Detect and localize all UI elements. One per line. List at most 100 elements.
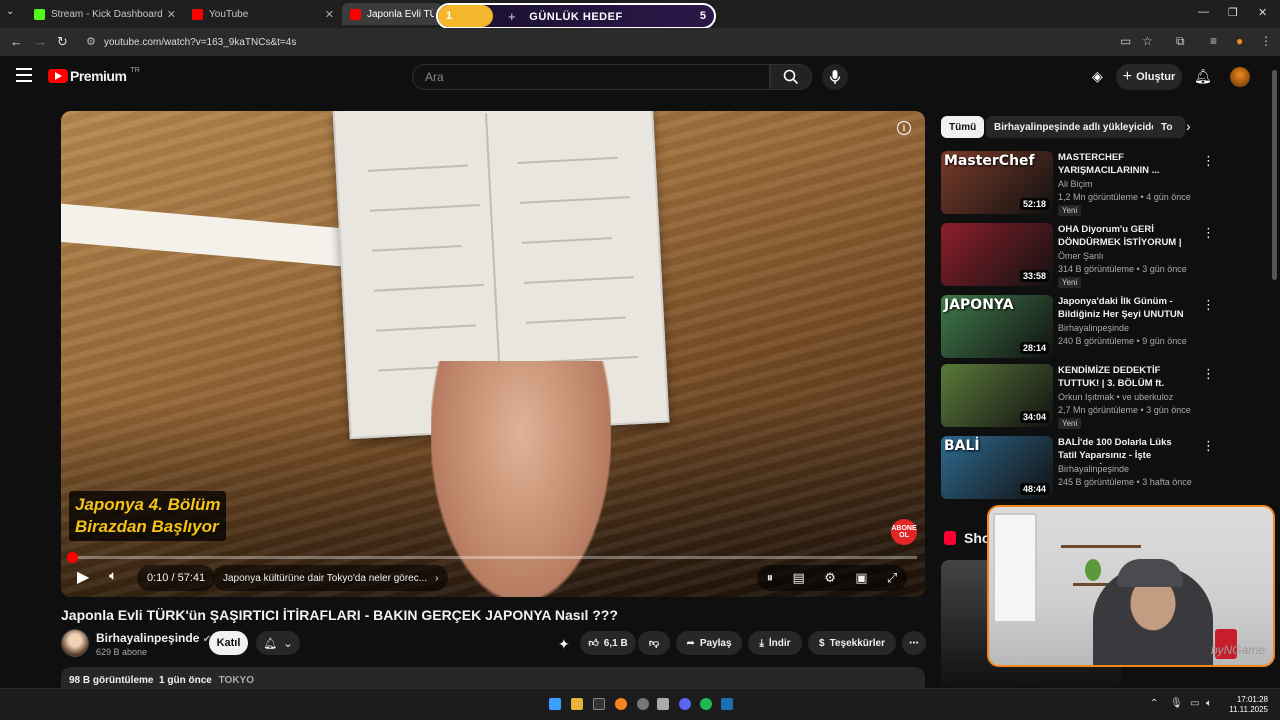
- subscribe-watermark[interactable]: ABONE OL: [891, 519, 917, 545]
- like-button[interactable]: 👍︎ 6,1 B: [580, 631, 636, 655]
- recommendation-card[interactable]: 34:04 KENDİMİZE DEDEKTİF TUTTUK! | 3. BÖL…: [941, 364, 1215, 429]
- recommendation-channel[interactable]: Orkun Işıtmak • ve uberkuloz: [1058, 392, 1173, 402]
- menu-kebab-icon[interactable]: ⋮: [1260, 34, 1272, 48]
- recommendation-channel[interactable]: Ömer Şanlı: [1058, 251, 1104, 261]
- autoplay-toggle-icon[interactable]: ⏸: [767, 570, 774, 586]
- video-thumbnail[interactable]: 34:04: [941, 364, 1053, 427]
- premium-sparkle-icon[interactable]: ✦: [558, 636, 570, 653]
- recommendation-card[interactable]: MasterChef 52:18 MASTERCHEF YARIŞMACILARIN…: [941, 151, 1215, 216]
- video-thumbnail[interactable]: JAPONYA 28:14: [941, 295, 1053, 358]
- thanks-icon: $: [819, 637, 825, 649]
- terminal-icon[interactable]: [593, 698, 605, 710]
- chevron-right-icon[interactable]: ›: [1186, 118, 1191, 134]
- notifications-bell-icon[interactable]: 🔔︎: [1194, 68, 1212, 85]
- channel-avatar[interactable]: [61, 629, 89, 657]
- spotify-icon[interactable]: [700, 698, 712, 710]
- video-thumbnail[interactable]: MasterChef 52:18: [941, 151, 1053, 214]
- bookmark-star-icon[interactable]: ☆: [1142, 34, 1153, 48]
- info-icon[interactable]: i: [897, 121, 911, 135]
- recommendation-channel[interactable]: Birhayalinpeşinde: [1058, 323, 1129, 333]
- media-icon[interactable]: ≡: [1210, 34, 1217, 48]
- more-vertical-icon[interactable]: ⋮: [1202, 225, 1215, 241]
- recommendation-channel[interactable]: Birhayalinpeşinde: [1058, 464, 1129, 474]
- fullscreen-icon[interactable]: ⤢: [887, 570, 897, 586]
- play-icon[interactable]: ▶: [77, 567, 89, 587]
- steam-icon[interactable]: [721, 698, 733, 710]
- system-clock[interactable]: 17:01:28 11.11.2025: [1229, 695, 1268, 715]
- obs-icon[interactable]: [637, 698, 649, 710]
- recommendation-title[interactable]: KENDİMİZE DEDEKTİF TUTTUK! | 3. BÖLÜM ft…: [1058, 364, 1192, 392]
- browser-taskbar-icon[interactable]: [615, 698, 627, 710]
- tab-kick-dashboard[interactable]: Stream - Kick Dashboard ✕: [26, 3, 182, 25]
- download-button[interactable]: ⤓ İndir: [748, 631, 802, 655]
- video-caption-overlay: Japonya 4. Bölüm Birazdan Başlıyor: [69, 491, 227, 541]
- menu-hamburger-icon[interactable]: [16, 68, 32, 82]
- back-icon[interactable]: ←: [10, 34, 23, 49]
- profile-icon[interactable]: ●: [1236, 34, 1243, 48]
- display-tray-icon[interactable]: ▭: [1190, 698, 1199, 709]
- recommendation-title[interactable]: MASTERCHEF YARIŞMACILARININ ...: [1058, 151, 1192, 177]
- tab-current-video[interactable]: Japonla Evli TÜRK'ün: [342, 3, 442, 25]
- more-vertical-icon[interactable]: ⋮: [1202, 366, 1215, 382]
- scrollbar-thumb[interactable]: [1272, 70, 1277, 280]
- close-tab-icon[interactable]: ✕: [325, 8, 334, 21]
- windows-start-icon[interactable]: [549, 698, 561, 710]
- more-vertical-icon[interactable]: ⋮: [1202, 153, 1215, 169]
- recommendation-title[interactable]: OHA Diyorum'u GERİ DÖNDÜRMEK İSTİYORUM |…: [1058, 223, 1192, 251]
- settings-gear-icon[interactable]: ⚙: [824, 570, 836, 586]
- premium-diamond-icon[interactable]: ◈: [1092, 68, 1103, 85]
- video-thumbnail[interactable]: 33:58: [941, 223, 1053, 286]
- minimize-icon[interactable]: —: [1198, 6, 1209, 18]
- voice-search-button[interactable]: [822, 64, 848, 90]
- video-thumbnail[interactable]: BALİ 48:44: [941, 436, 1053, 499]
- scrubber-handle[interactable]: [66, 552, 78, 563]
- chapter-button[interactable]: Japonya kültürüne dair Tokyo'da neler gö…: [213, 565, 449, 591]
- close-window-icon[interactable]: ✕: [1258, 6, 1267, 19]
- subscription-bell-button[interactable]: 🔔︎ ⌄: [256, 631, 300, 655]
- video-progress-bar[interactable]: [66, 552, 917, 563]
- youtube-premium-logo[interactable]: Premium TR: [48, 67, 140, 84]
- subtitles-icon[interactable]: ▤: [793, 570, 805, 586]
- forward-icon[interactable]: →: [34, 34, 47, 49]
- channel-name[interactable]: Birhayalinpeşinde ✔: [96, 631, 211, 645]
- search-button[interactable]: [770, 64, 812, 90]
- tray-expand-icon[interactable]: ⌃: [1150, 698, 1158, 709]
- cast-icon[interactable]: ▭: [1120, 34, 1131, 48]
- recommendation-title[interactable]: BALİ'de 100 Dolarla Lüks Tatil Yaparsını…: [1058, 436, 1192, 464]
- recommendation-card[interactable]: JAPONYA 28:14 Japonya'daki İlk Günüm - Bil…: [941, 295, 1215, 359]
- more-vertical-icon[interactable]: ⋮: [1202, 297, 1215, 313]
- tab-list-chevron-icon[interactable]: ⌄: [6, 6, 14, 17]
- miniplayer-icon[interactable]: ▣: [855, 570, 867, 586]
- reload-icon[interactable]: ↻: [57, 34, 68, 50]
- close-tab-icon[interactable]: ✕: [167, 8, 176, 21]
- address-bar[interactable]: ⚙ youtube.com/watch?v=163_9kaTNCs&t=4s: [80, 32, 1100, 52]
- thanks-button[interactable]: $ Teşekkürler: [808, 631, 896, 655]
- search-input[interactable]: Ara: [412, 64, 770, 90]
- dislike-button[interactable]: 👎︎: [638, 631, 670, 655]
- app-icon[interactable]: [657, 698, 669, 710]
- share-button[interactable]: ➦ Paylaş: [676, 631, 742, 655]
- recommendation-channel[interactable]: Ali Biçim: [1058, 179, 1093, 189]
- recommendation-card[interactable]: BALİ 48:44 BALİ'de 100 Dolarla Lüks Tatil …: [941, 436, 1215, 500]
- site-info-icon[interactable]: ⚙: [86, 35, 96, 48]
- more-vertical-icon[interactable]: ⋮: [1202, 438, 1215, 454]
- chip-truncated[interactable]: To: [1153, 116, 1185, 138]
- volume-tray-icon[interactable]: 🔈︎: [1206, 698, 1212, 709]
- join-button[interactable]: Katıl: [209, 631, 248, 655]
- youtube-icon: [192, 8, 203, 20]
- restore-icon[interactable]: ❐: [1228, 6, 1238, 19]
- tab-youtube[interactable]: YouTube ✕: [184, 3, 340, 25]
- discord-icon[interactable]: [679, 698, 691, 710]
- file-explorer-icon[interactable]: [571, 698, 583, 710]
- recommendation-card[interactable]: 33:58 OHA Diyorum'u GERİ DÖNDÜRMEK İSTİYO…: [941, 223, 1215, 288]
- account-avatar[interactable]: [1230, 67, 1250, 87]
- microphone-tray-icon[interactable]: 🎙︎: [1170, 698, 1183, 709]
- chip-all[interactable]: Tümü: [941, 116, 985, 138]
- video-player[interactable]: i Japonya 4. Bölüm Birazdan Başlıyor ABO…: [61, 111, 925, 597]
- more-actions-button[interactable]: ⋯: [902, 631, 926, 655]
- chip-uploader[interactable]: Birhayalinpeşinde adlı yükleyiciden: [986, 116, 1171, 138]
- volume-icon[interactable]: 🔈︎: [109, 567, 117, 584]
- extensions-icon[interactable]: ⧉: [1176, 34, 1185, 49]
- recommendation-title[interactable]: Japonya'daki İlk Günüm - Bildiğiniz Her …: [1058, 295, 1192, 323]
- create-button[interactable]: + Oluştur: [1116, 64, 1182, 90]
